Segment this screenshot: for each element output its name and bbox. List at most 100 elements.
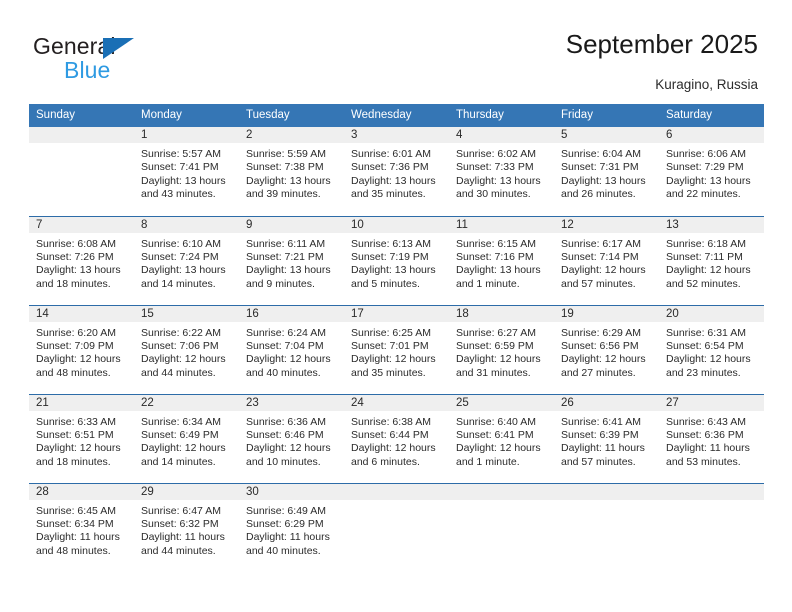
weekday-header-tuesday: Tuesday bbox=[239, 104, 344, 127]
day-details: Sunrise: 6:01 AM Sunset: 7:36 PM Dayligh… bbox=[344, 143, 449, 202]
day-cell[interactable]: 5 Sunrise: 6:04 AM Sunset: 7:31 PM Dayli… bbox=[554, 127, 659, 216]
day-details: Sunrise: 6:18 AM Sunset: 7:11 PM Dayligh… bbox=[659, 233, 764, 292]
day-cell[interactable]: 18 Sunrise: 6:27 AM Sunset: 6:59 PM Dayl… bbox=[449, 304, 554, 394]
sunrise-text: Sunrise: 6:11 AM bbox=[246, 237, 326, 250]
day-cell[interactable]: 22 Sunrise: 6:34 AM Sunset: 6:49 PM Dayl… bbox=[134, 393, 239, 483]
day-number: 29 bbox=[134, 483, 239, 500]
weekday-header-wednesday: Wednesday bbox=[344, 104, 449, 127]
day-details: Sunrise: 6:27 AM Sunset: 6:59 PM Dayligh… bbox=[449, 322, 554, 381]
weekday-header-row: Sunday Monday Tuesday Wednesday Thursday… bbox=[29, 104, 764, 127]
calendar-page: General Blue September 2025 Kuragino, Ru… bbox=[0, 0, 792, 612]
sunset-text: Sunset: 6:41 PM bbox=[456, 428, 534, 441]
day-cell[interactable]: 19 Sunrise: 6:29 AM Sunset: 6:56 PM Dayl… bbox=[554, 304, 659, 394]
weekday-header-sunday: Sunday bbox=[29, 104, 134, 127]
day-cell[interactable]: 29 Sunrise: 6:47 AM Sunset: 6:32 PM Dayl… bbox=[134, 482, 239, 572]
sunrise-text: Sunrise: 6:04 AM bbox=[561, 148, 641, 160]
sunrise-text: Sunrise: 6:38 AM bbox=[351, 415, 431, 428]
calendar-body: 1 Sunrise: 5:57 AM Sunset: 7:41 PM Dayli… bbox=[29, 127, 764, 572]
day-cell[interactable]: 28 Sunrise: 6:45 AM Sunset: 6:34 PM Dayl… bbox=[29, 482, 134, 572]
day-cell[interactable]: 4 Sunrise: 6:02 AM Sunset: 7:33 PM Dayli… bbox=[449, 127, 554, 216]
daylight-text: Daylight: 12 hours and 10 minutes. bbox=[246, 442, 331, 468]
day-cell[interactable]: 25 Sunrise: 6:40 AM Sunset: 6:41 PM Dayl… bbox=[449, 393, 554, 483]
day-cell[interactable]: 13 Sunrise: 6:18 AM Sunset: 7:11 PM Dayl… bbox=[659, 215, 764, 305]
day-cell[interactable] bbox=[449, 482, 554, 572]
day-number: 18 bbox=[449, 305, 554, 322]
day-cell[interactable]: 15 Sunrise: 6:22 AM Sunset: 7:06 PM Dayl… bbox=[134, 304, 239, 394]
day-cell[interactable]: 6 Sunrise: 6:06 AM Sunset: 7:29 PM Dayli… bbox=[659, 127, 764, 216]
day-cell[interactable] bbox=[659, 482, 764, 572]
day-cell[interactable]: 8 Sunrise: 6:10 AM Sunset: 7:24 PM Dayli… bbox=[134, 215, 239, 305]
sunrise-text: Sunrise: 6:08 AM bbox=[36, 237, 116, 250]
day-cell[interactable]: 20 Sunrise: 6:31 AM Sunset: 6:54 PM Dayl… bbox=[659, 304, 764, 394]
daylight-text: Daylight: 11 hours and 57 minutes. bbox=[561, 442, 645, 468]
day-cell[interactable]: 21 Sunrise: 6:33 AM Sunset: 6:51 PM Dayl… bbox=[29, 393, 134, 483]
day-cell[interactable] bbox=[554, 482, 659, 572]
day-details: Sunrise: 6:36 AM Sunset: 6:46 PM Dayligh… bbox=[239, 411, 344, 470]
daylight-text: Daylight: 11 hours and 44 minutes. bbox=[141, 531, 225, 557]
day-details: Sunrise: 6:20 AM Sunset: 7:09 PM Dayligh… bbox=[29, 322, 134, 381]
sunset-text: Sunset: 7:31 PM bbox=[561, 161, 639, 174]
daylight-text: Daylight: 12 hours and 40 minutes. bbox=[246, 353, 331, 379]
sunrise-text: Sunrise: 6:40 AM bbox=[456, 415, 536, 428]
day-cell[interactable]: 10 Sunrise: 6:13 AM Sunset: 7:19 PM Dayl… bbox=[344, 215, 449, 305]
brand-logo[interactable]: General Blue bbox=[33, 33, 213, 87]
sunrise-text: Sunrise: 5:59 AM bbox=[246, 148, 326, 160]
day-number bbox=[449, 483, 554, 500]
daylight-text: Daylight: 12 hours and 35 minutes. bbox=[351, 353, 436, 379]
day-cell[interactable]: 26 Sunrise: 6:41 AM Sunset: 6:39 PM Dayl… bbox=[554, 393, 659, 483]
daylight-text: Daylight: 12 hours and 52 minutes. bbox=[666, 264, 751, 290]
day-number: 22 bbox=[134, 394, 239, 411]
sunrise-text: Sunrise: 6:17 AM bbox=[561, 237, 641, 250]
triangle-icon bbox=[103, 38, 134, 59]
sunset-text: Sunset: 7:29 PM bbox=[666, 161, 744, 174]
calendar-week-row: 28 Sunrise: 6:45 AM Sunset: 6:34 PM Dayl… bbox=[29, 482, 764, 572]
sunrise-text: Sunrise: 6:06 AM bbox=[666, 148, 746, 160]
day-cell[interactable]: 12 Sunrise: 6:17 AM Sunset: 7:14 PM Dayl… bbox=[554, 215, 659, 305]
page-subtitle: Kuragino, Russia bbox=[655, 77, 758, 92]
page-header: General Blue September 2025 Kuragino, Ru… bbox=[0, 0, 792, 100]
day-cell[interactable] bbox=[29, 127, 134, 216]
day-cell[interactable] bbox=[344, 482, 449, 572]
day-cell[interactable]: 1 Sunrise: 5:57 AM Sunset: 7:41 PM Dayli… bbox=[134, 127, 239, 216]
day-cell[interactable]: 14 Sunrise: 6:20 AM Sunset: 7:09 PM Dayl… bbox=[29, 304, 134, 394]
day-details: Sunrise: 6:38 AM Sunset: 6:44 PM Dayligh… bbox=[344, 411, 449, 470]
day-cell[interactable]: 9 Sunrise: 6:11 AM Sunset: 7:21 PM Dayli… bbox=[239, 215, 344, 305]
daylight-text: Daylight: 12 hours and 23 minutes. bbox=[666, 353, 751, 379]
calendar-table: Sunday Monday Tuesday Wednesday Thursday… bbox=[29, 104, 764, 572]
day-number: 24 bbox=[344, 394, 449, 411]
day-number: 6 bbox=[659, 127, 764, 143]
day-cell[interactable]: 17 Sunrise: 6:25 AM Sunset: 7:01 PM Dayl… bbox=[344, 304, 449, 394]
sunrise-text: Sunrise: 6:41 AM bbox=[561, 415, 641, 428]
day-number: 2 bbox=[239, 127, 344, 143]
day-number: 25 bbox=[449, 394, 554, 411]
sunset-text: Sunset: 6:54 PM bbox=[666, 339, 744, 352]
sunrise-text: Sunrise: 6:24 AM bbox=[246, 326, 326, 339]
sunrise-text: Sunrise: 6:34 AM bbox=[141, 415, 221, 428]
day-cell[interactable]: 7 Sunrise: 6:08 AM Sunset: 7:26 PM Dayli… bbox=[29, 215, 134, 305]
day-cell[interactable]: 30 Sunrise: 6:49 AM Sunset: 6:29 PM Dayl… bbox=[239, 482, 344, 572]
sunrise-text: Sunrise: 6:18 AM bbox=[666, 237, 746, 250]
weekday-header-thursday: Thursday bbox=[449, 104, 554, 127]
day-cell[interactable]: 16 Sunrise: 6:24 AM Sunset: 7:04 PM Dayl… bbox=[239, 304, 344, 394]
daylight-text: Daylight: 11 hours and 53 minutes. bbox=[666, 442, 750, 468]
sunrise-text: Sunrise: 6:27 AM bbox=[456, 326, 536, 339]
day-number: 10 bbox=[344, 216, 449, 233]
day-details: Sunrise: 6:11 AM Sunset: 7:21 PM Dayligh… bbox=[239, 233, 344, 292]
day-details: Sunrise: 6:24 AM Sunset: 7:04 PM Dayligh… bbox=[239, 322, 344, 381]
day-number: 17 bbox=[344, 305, 449, 322]
sunset-text: Sunset: 7:36 PM bbox=[351, 161, 429, 174]
day-number: 7 bbox=[29, 216, 134, 233]
day-number: 12 bbox=[554, 216, 659, 233]
day-details: Sunrise: 6:47 AM Sunset: 6:32 PM Dayligh… bbox=[134, 500, 239, 559]
day-details: Sunrise: 6:45 AM Sunset: 6:34 PM Dayligh… bbox=[29, 500, 134, 559]
day-details: Sunrise: 6:04 AM Sunset: 7:31 PM Dayligh… bbox=[554, 143, 659, 202]
day-cell[interactable]: 24 Sunrise: 6:38 AM Sunset: 6:44 PM Dayl… bbox=[344, 393, 449, 483]
sunrise-text: Sunrise: 6:49 AM bbox=[246, 504, 326, 517]
sunrise-text: Sunrise: 6:33 AM bbox=[36, 415, 116, 428]
day-cell[interactable]: 23 Sunrise: 6:36 AM Sunset: 6:46 PM Dayl… bbox=[239, 393, 344, 483]
day-cell[interactable]: 27 Sunrise: 6:43 AM Sunset: 6:36 PM Dayl… bbox=[659, 393, 764, 483]
day-cell[interactable]: 11 Sunrise: 6:15 AM Sunset: 7:16 PM Dayl… bbox=[449, 215, 554, 305]
day-cell[interactable]: 2 Sunrise: 5:59 AM Sunset: 7:38 PM Dayli… bbox=[239, 127, 344, 216]
day-cell[interactable]: 3 Sunrise: 6:01 AM Sunset: 7:36 PM Dayli… bbox=[344, 127, 449, 216]
sunset-text: Sunset: 7:16 PM bbox=[456, 250, 534, 263]
